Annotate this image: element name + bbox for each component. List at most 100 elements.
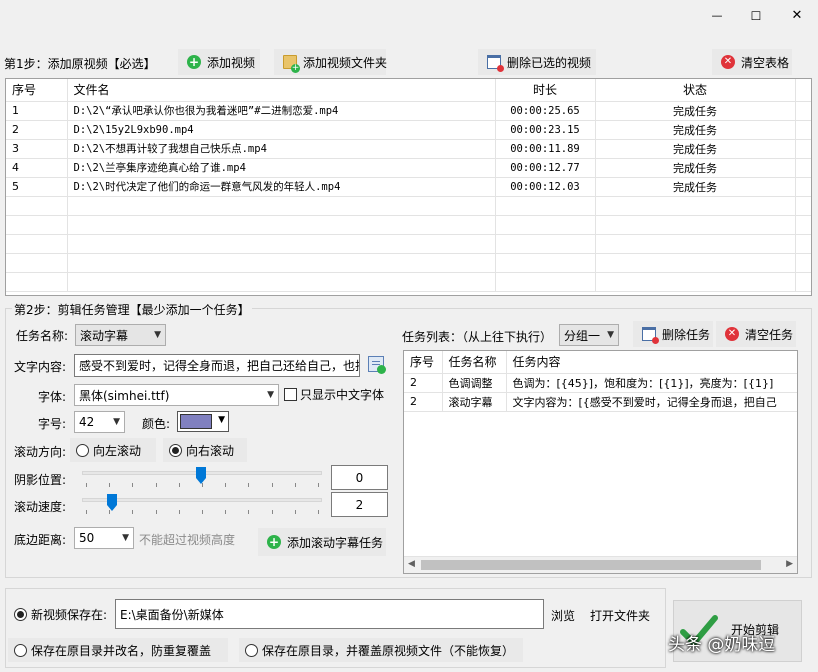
- size-value: 42: [79, 415, 95, 429]
- cell-no: 4: [6, 158, 68, 178]
- maximize-button[interactable]: ☐: [746, 6, 766, 26]
- radio-dot: [245, 643, 258, 657]
- minimize-button[interactable]: —: [707, 6, 727, 26]
- empty-cell: [795, 272, 811, 292]
- empty-cell: [495, 234, 596, 254]
- table-header: 序号 文件名 时长 状态: [6, 79, 811, 102]
- scrollbar-thumb[interactable]: [421, 560, 761, 570]
- browse-button[interactable]: 浏览: [551, 607, 575, 624]
- task-name-value: 滚动字幕: [80, 328, 129, 343]
- empty-cell: [67, 253, 496, 273]
- cell-no: 3: [6, 139, 68, 159]
- slider-tick: [109, 510, 111, 514]
- group-select[interactable]: 分组一 ▼: [559, 324, 619, 346]
- add-video-label: 添加视频: [207, 55, 256, 70]
- table-row[interactable]: 1 D:\2\“承认吧承认你也很为我着迷吧”#二进制恋爱.mp4 00:00:25.…: [6, 101, 811, 121]
- task-cell-content: 文字内容为：[{感受不到爱时，记得全身而退，把自己: [506, 392, 797, 412]
- size-select[interactable]: 42 ▼: [74, 411, 125, 433]
- open-folder-button[interactable]: 打开文件夹: [590, 607, 650, 624]
- delete-task-button[interactable]: 删除任务: [633, 321, 713, 347]
- delete-selected-button[interactable]: 删除已选的视频: [478, 49, 596, 75]
- add-folder-label: 添加视频文件夹: [303, 55, 388, 70]
- folder-add-icon: [283, 55, 300, 73]
- chevron-down-icon: ▼: [218, 415, 225, 425]
- task-name-select[interactable]: 滚动字幕 ▼: [75, 324, 166, 346]
- clear-table-label: 清空表格: [741, 55, 790, 70]
- font-select[interactable]: 黑体(simhei.ttf) ▼: [74, 384, 279, 406]
- scroll-right-label: 向右滚动: [186, 443, 235, 458]
- task-row[interactable]: 2 滚动字幕 文字内容为：[{感受不到爱时，记得全身而退，把自己: [404, 392, 797, 412]
- checkbox-box: [284, 388, 297, 401]
- shadow-value-field[interactable]: 0: [331, 465, 388, 490]
- add-folder-button[interactable]: 添加视频文件夹: [274, 49, 388, 75]
- table-row[interactable]: 2 D:\2\15y2L9xb90.mp4 00:00:23.15 完成任务: [6, 120, 811, 140]
- scroll-right-radio[interactable]: 向右滚动: [163, 438, 247, 462]
- empty-cell: [67, 234, 496, 254]
- slider-tick: [132, 510, 134, 514]
- task-row[interactable]: 2 色调调整 色调为：[{45}]，饱和度为：[{1}]，亮度为：[{1}]: [404, 373, 797, 393]
- cell-filler: [795, 101, 811, 121]
- slider-tick: [294, 510, 296, 514]
- save-path-field[interactable]: E:\桌面备份\新媒体: [115, 599, 544, 629]
- empty-row: [6, 196, 811, 216]
- cell-status: 完成任务: [595, 101, 796, 121]
- col-header-duration: 时长: [495, 79, 596, 102]
- bottom-distance-value: 50: [79, 531, 95, 545]
- empty-cell: [795, 215, 811, 235]
- cell-duration: 00:00:12.03: [495, 177, 596, 197]
- add-scroll-task-button[interactable]: + 添加滚动字幕任务: [258, 528, 386, 556]
- scroll-right-icon[interactable]: ▶: [786, 559, 793, 569]
- task-cell-name: 色调调整: [442, 373, 507, 393]
- edit-text-icon[interactable]: [368, 356, 386, 374]
- empty-cell: [595, 253, 796, 273]
- table-row[interactable]: 4 D:\2\兰亭集序迹绝真心给了谁.mp4 00:00:12.77 完成任务: [6, 158, 811, 178]
- plus-circle-icon: +: [267, 535, 281, 549]
- chevron-down-icon: ▼: [607, 330, 614, 340]
- chevron-down-icon: ▼: [267, 390, 274, 400]
- empty-cell: [595, 272, 796, 292]
- clear-tasks-label: 清空任务: [745, 327, 794, 342]
- scroll-left-icon[interactable]: ◀: [408, 559, 415, 569]
- empty-cell: [595, 196, 796, 216]
- cell-filename: D:\2\时代决定了他们的命运一群意气风发的年轻人.mp4: [67, 177, 496, 197]
- table-row[interactable]: 5 D:\2\时代决定了他们的命运一群意气风发的年轻人.mp4 00:00:12.0…: [6, 177, 811, 197]
- empty-cell: [67, 196, 496, 216]
- speed-value-field[interactable]: 2: [331, 492, 388, 517]
- text-content-field[interactable]: 感受不到爱时，记得全身而退，把自己还给自己，也拒: [74, 354, 360, 377]
- color-picker[interactable]: ▼: [177, 411, 229, 432]
- save-rename-radio[interactable]: 保存在原目录并改名，防重复覆盖: [8, 638, 228, 662]
- clear-tasks-button[interactable]: ✕ 清空任务: [716, 321, 796, 347]
- bottom-distance-select[interactable]: 50 ▼: [74, 527, 134, 549]
- text-content-label: 文字内容:: [14, 360, 67, 374]
- cell-filler: [795, 158, 811, 178]
- cell-status: 完成任务: [595, 158, 796, 178]
- only-chinese-checkbox[interactable]: 只显示中文字体: [284, 386, 384, 403]
- clear-table-button[interactable]: ✕ 清空表格: [712, 49, 792, 75]
- col-header-status: 状态: [595, 79, 796, 102]
- horizontal-scrollbar[interactable]: ◀ ▶: [404, 556, 797, 573]
- step1-label: 第1步：添加原视频【必选】: [4, 57, 156, 71]
- close-button[interactable]: ✕: [787, 6, 807, 26]
- font-value: 黑体(simhei.ttf): [79, 388, 170, 403]
- radio-dot: [14, 643, 27, 657]
- video-table[interactable]: 序号 文件名 时长 状态 1 D:\2\“承认吧承认你也很为我着迷吧”#二进制恋爱…: [5, 78, 812, 296]
- task-table[interactable]: 序号 任务名称 任务内容 2 色调调整 色调为：[{45}]，饱和度为：[{1}]，…: [403, 350, 798, 574]
- col-header-filler: [795, 79, 811, 102]
- add-scroll-task-label: 添加滚动字幕任务: [287, 535, 384, 550]
- save-new-label: 新视频保存在:: [31, 607, 108, 622]
- col-header-filename: 文件名: [67, 79, 496, 102]
- direction-label: 滚动方向:: [14, 445, 67, 459]
- speed-slider[interactable]: [82, 498, 322, 502]
- delete-task-label: 删除任务: [662, 327, 711, 342]
- save-new-radio[interactable]: 新视频保存在:: [8, 602, 113, 626]
- add-video-button[interactable]: + 添加视频: [178, 49, 260, 75]
- cell-duration: 00:00:11.89: [495, 139, 596, 159]
- table-row[interactable]: 3 D:\2\不想再计较了我想自己快乐点.mp4 00:00:11.89 完成任务: [6, 139, 811, 159]
- empty-cell: [495, 253, 596, 273]
- bottom-distance-label: 底边距离:: [14, 533, 67, 547]
- watermark: 头条 @奶味逗: [668, 635, 776, 655]
- save-overwrite-radio[interactable]: 保存在原目录，并覆盖原视频文件（不能恢复）: [239, 638, 523, 662]
- font-label: 字体:: [38, 390, 67, 404]
- task-col-name: 任务名称: [442, 351, 507, 374]
- scroll-left-radio[interactable]: 向左滚动: [70, 438, 156, 462]
